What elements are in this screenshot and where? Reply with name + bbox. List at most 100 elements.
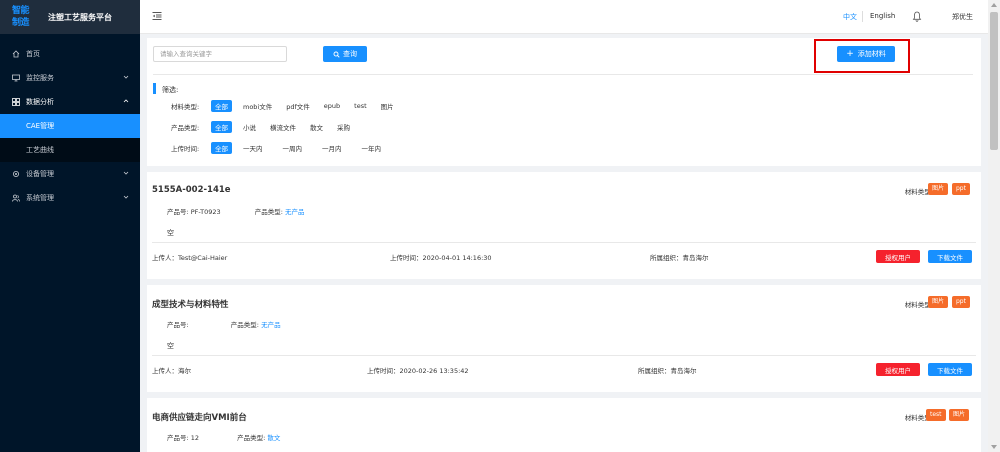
product-number: 产品号: PF-T0923 [167, 208, 221, 216]
logo: 智能 制造 [12, 4, 34, 30]
download-file-button[interactable]: 下载文件 [928, 250, 972, 263]
filter-row-material-type: 材料类型: 全部 mobi文件 pdf文件 epub test 图片 [171, 100, 405, 112]
chevron-down-icon [123, 195, 129, 199]
sidebar-item-process-curve[interactable]: 工艺曲线 [0, 138, 140, 162]
filter-option[interactable]: 图片 [378, 100, 397, 112]
submenu-data-analysis: CAE管理 工艺曲线 [0, 114, 140, 162]
product-type-value: 散文 [267, 434, 281, 442]
sidebar: 智能 制造 注塑工艺服务平台 首页 监控服务 数据分析 CAE管理 工艺曲线 设… [0, 0, 140, 452]
authorize-users-button[interactable]: 授权用户 [876, 363, 920, 376]
scroll-up-arrow-icon[interactable] [991, 3, 997, 7]
authorize-users-button[interactable]: 授权用户 [876, 250, 920, 263]
filter-option[interactable]: 小说 [240, 121, 259, 133]
record-title[interactable]: 成型技术与材料特性 [152, 298, 229, 310]
product-number: 产品号: [167, 321, 189, 329]
divider [152, 242, 976, 243]
filter-option[interactable]: 一天内 [240, 142, 266, 154]
scroll-thumb[interactable] [990, 12, 998, 150]
scrollbar[interactable] [988, 0, 1000, 452]
organization: 所属组织：青岛海尔 [650, 254, 709, 262]
material-tag: test [926, 409, 946, 421]
record-meta: 产品号: 产品类型: 无产品 [167, 319, 281, 329]
filter-title-accent [153, 83, 156, 94]
product-number: 产品号: 12 [167, 434, 200, 442]
filter-option[interactable]: 全部 [211, 142, 232, 154]
sidebar-item-monitor[interactable]: 监控服务 [0, 66, 140, 90]
user-name[interactable]: 郑优生 [952, 12, 973, 22]
filter-option[interactable]: pdf文件 [283, 100, 313, 112]
filter-option[interactable]: 一年内 [359, 142, 385, 154]
search-input[interactable]: 请输入查询关键字 [153, 46, 287, 62]
search-button-label: 查询 [343, 50, 357, 58]
divider [152, 355, 976, 356]
filter-option[interactable]: 采购 [334, 121, 353, 133]
sidebar-item-system[interactable]: 系统管理 [0, 186, 140, 210]
filter-option[interactable]: mobi文件 [240, 100, 275, 112]
users-icon [12, 194, 20, 202]
record-title[interactable]: 5155A-002-141e [152, 185, 231, 195]
logo-line-2: 制造 [12, 18, 30, 28]
sidebar-item-label: 系统管理 [26, 194, 54, 202]
record-card: 成型技术与材料特性 材料类型: 图片 ppt 产品号: 产品类型: 无产品 空 … [147, 285, 981, 392]
brand: 智能 制造 注塑工艺服务平台 [0, 0, 140, 34]
sidebar-item-home[interactable]: 首页 [0, 42, 140, 66]
sidebar-item-label: 首页 [26, 50, 40, 58]
filter-panel: 请输入查询关键字 查询 + 添加材料 筛选: 材料类型: 全部 mobi文件 p… [147, 38, 981, 166]
upload-time: 上传时间：2020-02-26 13:35:42 [367, 367, 469, 375]
filter-title: 筛选: [162, 86, 179, 94]
record-meta: 产品号: PF-T0923 产品类型: 无产品 [167, 206, 305, 216]
product-type-label: 产品类型: [237, 434, 266, 442]
sidebar-item-data-analysis[interactable]: 数据分析 [0, 90, 140, 114]
record-title[interactable]: 电商供应链走向VMI前台 [152, 411, 247, 423]
search-button[interactable]: 查询 [323, 46, 367, 62]
lang-chinese[interactable]: 中文 [843, 12, 857, 22]
material-tag: ppt [952, 296, 970, 308]
sidebar-item-label: CAE管理 [26, 122, 55, 130]
filter-label: 上传时间: [171, 145, 200, 153]
app-title: 注塑工艺服务平台 [48, 12, 112, 22]
filter-option[interactable]: 横流文件 [267, 121, 299, 133]
filter-option[interactable]: 散文 [307, 121, 326, 133]
lang-english[interactable]: English [870, 12, 895, 20]
sidebar-item-cae[interactable]: CAE管理 [0, 114, 140, 138]
organization: 所属组织：青岛海尔 [638, 367, 697, 375]
gear-icon [12, 170, 20, 178]
upload-time: 上传时间：2020-04-01 14:16:30 [390, 254, 492, 262]
product-type-value: 无产品 [261, 321, 281, 329]
record-card: 5155A-002-141e 材料类型: 图片 ppt 产品号: PF-T092… [147, 172, 981, 279]
filter-label: 产品类型: [171, 124, 200, 132]
download-file-button[interactable]: 下载文件 [928, 363, 972, 376]
product-type-value: 无产品 [285, 208, 305, 216]
filter-option[interactable]: epub [321, 101, 343, 111]
filter-option[interactable]: 一周内 [280, 142, 306, 154]
search-icon [333, 51, 340, 58]
record-content: 空 [167, 229, 174, 237]
record-content: 空 [167, 342, 174, 350]
sidebar-item-device[interactable]: 设备管理 [0, 162, 140, 186]
divider [862, 11, 863, 22]
uploader: 上传人：Test@Cai-Haier [152, 254, 228, 262]
filter-option[interactable]: 一月内 [319, 142, 345, 154]
sidebar-item-label: 设备管理 [26, 170, 54, 178]
scroll-down-arrow-icon[interactable] [991, 445, 997, 449]
filter-option[interactable]: 全部 [211, 121, 232, 133]
product-type-label: 产品类型: [254, 208, 283, 216]
add-material-button[interactable]: + 添加材料 [837, 46, 895, 62]
monitor-icon [12, 74, 20, 82]
sidebar-item-label: 监控服务 [26, 74, 54, 82]
home-icon [12, 50, 20, 58]
menu-fold-icon[interactable] [152, 11, 162, 21]
top-header: 中文 English 郑优生 [140, 0, 988, 34]
filter-option[interactable]: test [351, 101, 369, 111]
material-tag: 图片 [928, 296, 949, 308]
sidebar-item-label: 数据分析 [26, 98, 54, 106]
chevron-up-icon [123, 99, 129, 103]
uploader: 上传人：海尔 [152, 367, 191, 375]
filter-row-upload-time: 上传时间: 全部 一天内 一周内 一月内 一年内 [171, 142, 392, 154]
filter-option[interactable]: 全部 [211, 100, 232, 112]
bell-icon[interactable] [912, 11, 922, 22]
chevron-down-icon [123, 75, 129, 79]
filter-row-product-type: 产品类型: 全部 小说 横流文件 散文 采购 [171, 121, 361, 133]
chevron-down-icon [123, 171, 129, 175]
sidebar-item-label: 工艺曲线 [26, 146, 54, 154]
